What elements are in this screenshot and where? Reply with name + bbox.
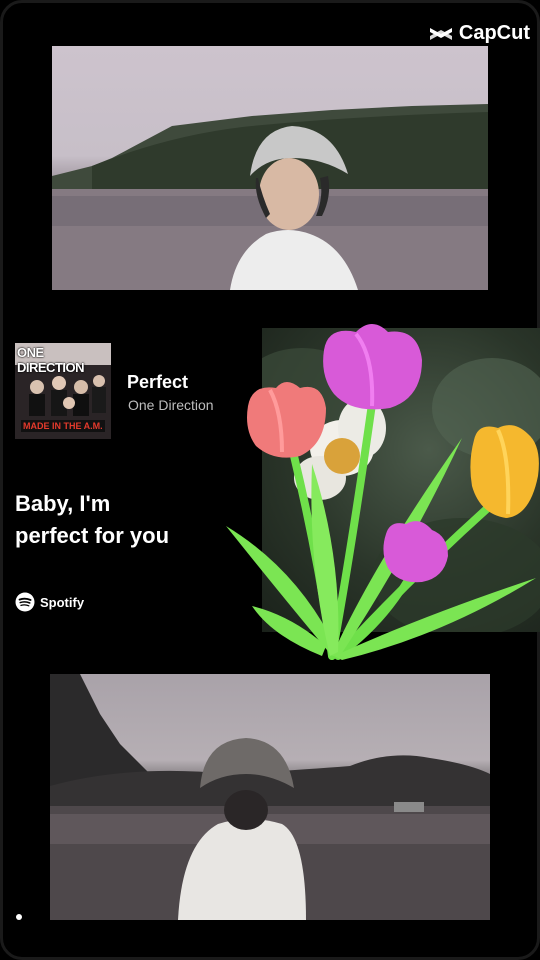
lyrics-line-1: Baby, I'm	[15, 491, 111, 516]
lyrics-line-2: perfect for you	[15, 523, 170, 548]
capcut-watermark: CapCut	[428, 22, 530, 45]
album-band-text: ONE DIRECTION	[17, 345, 85, 375]
sparkle-icon	[16, 914, 22, 920]
capcut-logo-icon	[429, 27, 452, 40]
bottom-photo	[50, 674, 490, 920]
capcut-label: CapCut	[458, 22, 530, 44]
spotify-label: Spotify	[40, 594, 85, 610]
track-artist: One Direction	[128, 397, 214, 413]
album-title-text: MADE IN THE A.M.	[21, 420, 105, 432]
lyrics-text: Baby, I'm perfect for you	[15, 488, 169, 552]
album-cover: ONE DIRECTION MADE IN THE A.M.	[15, 343, 111, 439]
track-title: Perfect	[127, 372, 189, 392]
spotify-badge: Spotify	[15, 592, 84, 612]
spotify-logo-icon	[15, 592, 35, 612]
top-photo	[52, 46, 488, 290]
tulip-sticker	[226, 324, 539, 660]
